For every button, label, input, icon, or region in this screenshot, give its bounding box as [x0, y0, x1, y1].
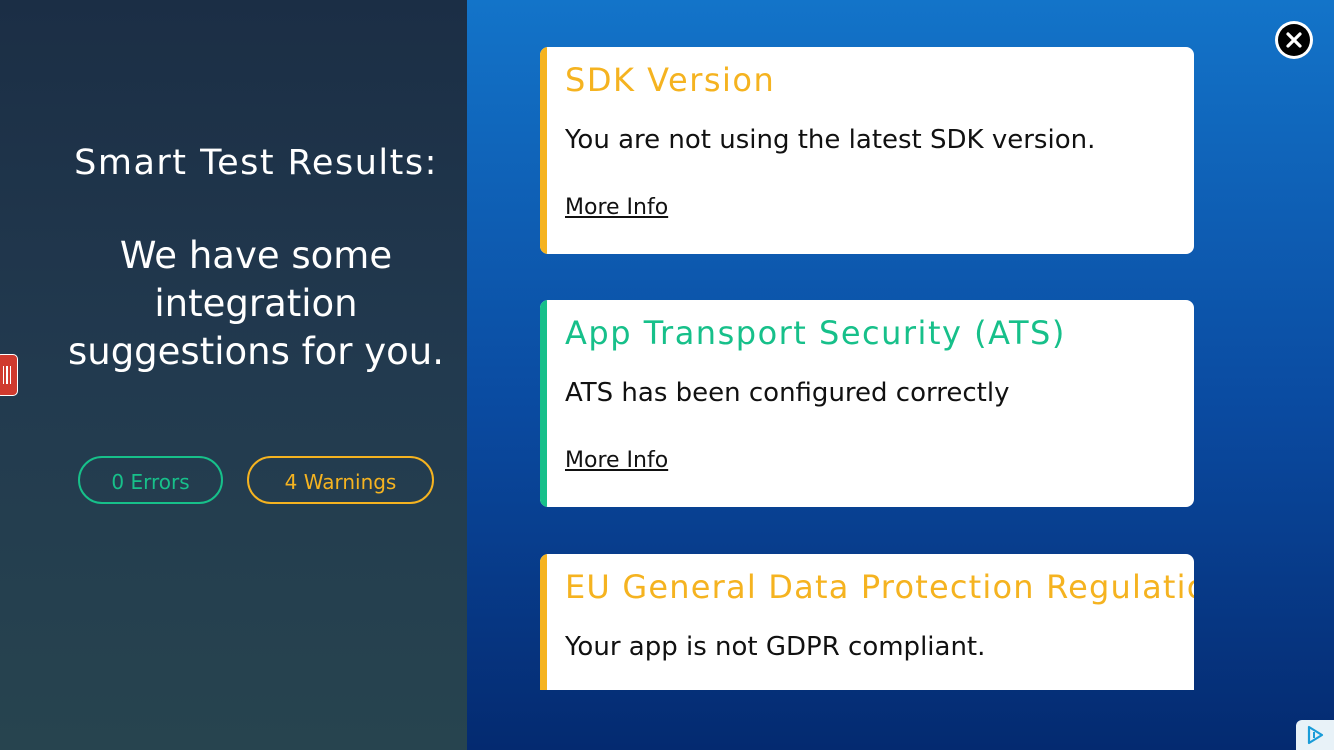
result-card-sdk-version: SDK Version You are not using the latest… — [540, 47, 1194, 254]
handle-line — [2, 366, 5, 384]
errors-count-button[interactable]: 0 Errors — [78, 456, 223, 504]
result-card-gdpr: EU General Data Protection Regulation Yo… — [540, 554, 1194, 690]
card-message: Your app is not GDPR compliant. — [565, 632, 986, 662]
drawer-handle[interactable] — [0, 354, 18, 396]
results-summary-panel: Smart Test Results: We have some integra… — [0, 0, 467, 750]
results-subtitle: We have some integration suggestions for… — [67, 234, 445, 373]
card-title: SDK Version — [565, 61, 776, 99]
more-info-link[interactable]: More Info — [565, 195, 668, 220]
warnings-count-button[interactable]: 4 Warnings — [247, 456, 434, 504]
close-button[interactable] — [1275, 21, 1313, 59]
status-bar — [540, 554, 547, 690]
status-bar — [540, 300, 547, 507]
ad-choices-icon — [1307, 725, 1324, 745]
close-icon — [1278, 24, 1310, 56]
result-card-ats: App Transport Security (ATS) ATS has bee… — [540, 300, 1194, 507]
page-title: Smart Test Results: — [74, 143, 438, 183]
card-title: EU General Data Protection Regulation — [565, 568, 1194, 606]
handle-line — [6, 366, 8, 384]
status-bar — [540, 47, 547, 254]
card-message: You are not using the latest SDK version… — [565, 125, 1096, 155]
handle-line — [9, 366, 12, 384]
card-title: App Transport Security (ATS) — [565, 314, 1066, 352]
more-info-link[interactable]: More Info — [565, 448, 668, 473]
card-message: ATS has been configured correctly — [565, 378, 1010, 408]
ad-choices-badge[interactable] — [1296, 720, 1334, 750]
